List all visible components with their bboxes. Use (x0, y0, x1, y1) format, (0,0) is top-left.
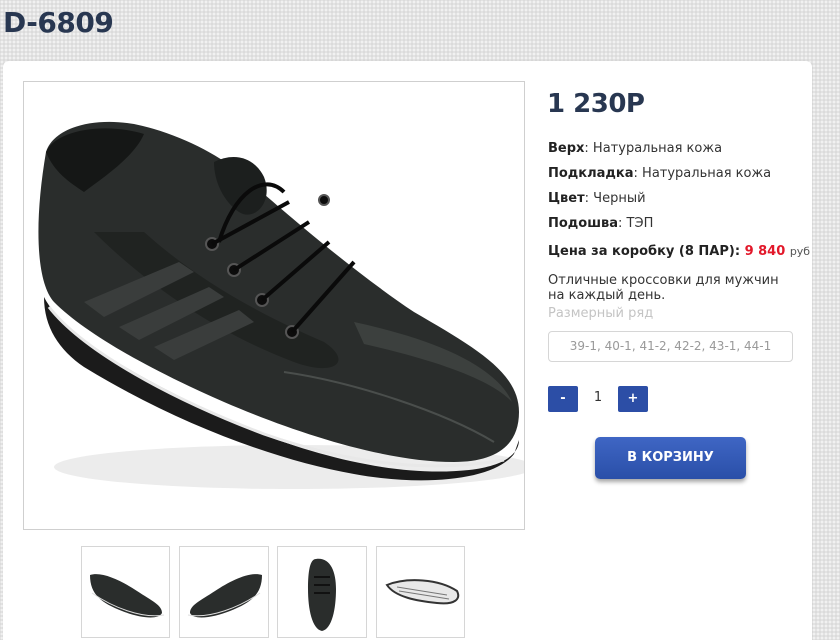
shoe-thumb-2-icon (187, 574, 262, 618)
product-code-title: D-6809 (3, 6, 114, 39)
thumbnail-4[interactable] (376, 546, 465, 638)
add-to-cart-button[interactable]: В КОРЗИНУ (595, 437, 746, 479)
shoe-thumb-1-icon (90, 574, 165, 618)
spec-lining: Подкладка: Натуральная кожа (548, 166, 771, 181)
spec-label: Верх (548, 141, 585, 156)
spec-color: Цвет: Черный (548, 191, 646, 206)
quantity-decrease-button[interactable]: - (548, 386, 578, 412)
sole-thumb-icon (385, 579, 460, 605)
quantity-increase-button[interactable]: + (618, 386, 648, 412)
thumbnail-2[interactable] (179, 546, 269, 638)
spec-value: : ТЭП (618, 216, 654, 231)
box-price-currency: руб (789, 245, 811, 258)
main-product-image[interactable] (23, 81, 525, 530)
box-price: Цена за коробку (8 ПАР): 9 840 руб (548, 244, 810, 259)
thumbnail-1[interactable] (81, 546, 170, 638)
spec-value: : Натуральная кожа (584, 141, 723, 156)
spec-label: Подошва (548, 216, 619, 231)
shoe-illustration (38, 121, 524, 489)
quantity-value[interactable]: 1 (588, 390, 608, 405)
spec-label: Подкладка (548, 166, 634, 181)
spec-label: Цвет (548, 191, 585, 206)
box-price-value: 9 840 (744, 244, 786, 259)
spec-value: : Черный (584, 191, 646, 206)
spec-sole: Подошва: ТЭП (548, 216, 653, 231)
shoe-thumb-3-icon (308, 558, 336, 631)
thumbnail-3[interactable] (277, 546, 367, 638)
size-range-field[interactable]: 39-1, 40-1, 41-2, 42-2, 43-1, 44-1 (548, 331, 793, 362)
size-range-label: Размерный ряд (548, 306, 654, 321)
box-price-label: Цена за коробку (8 ПАР): (548, 244, 741, 259)
product-description: Отличные кроссовки для мужчин на каждый … (548, 273, 779, 303)
product-price: 1 230Р (547, 89, 645, 119)
spec-upper: Верх: Натуральная кожа (548, 141, 722, 156)
spec-value: : Натуральная кожа (633, 166, 772, 181)
